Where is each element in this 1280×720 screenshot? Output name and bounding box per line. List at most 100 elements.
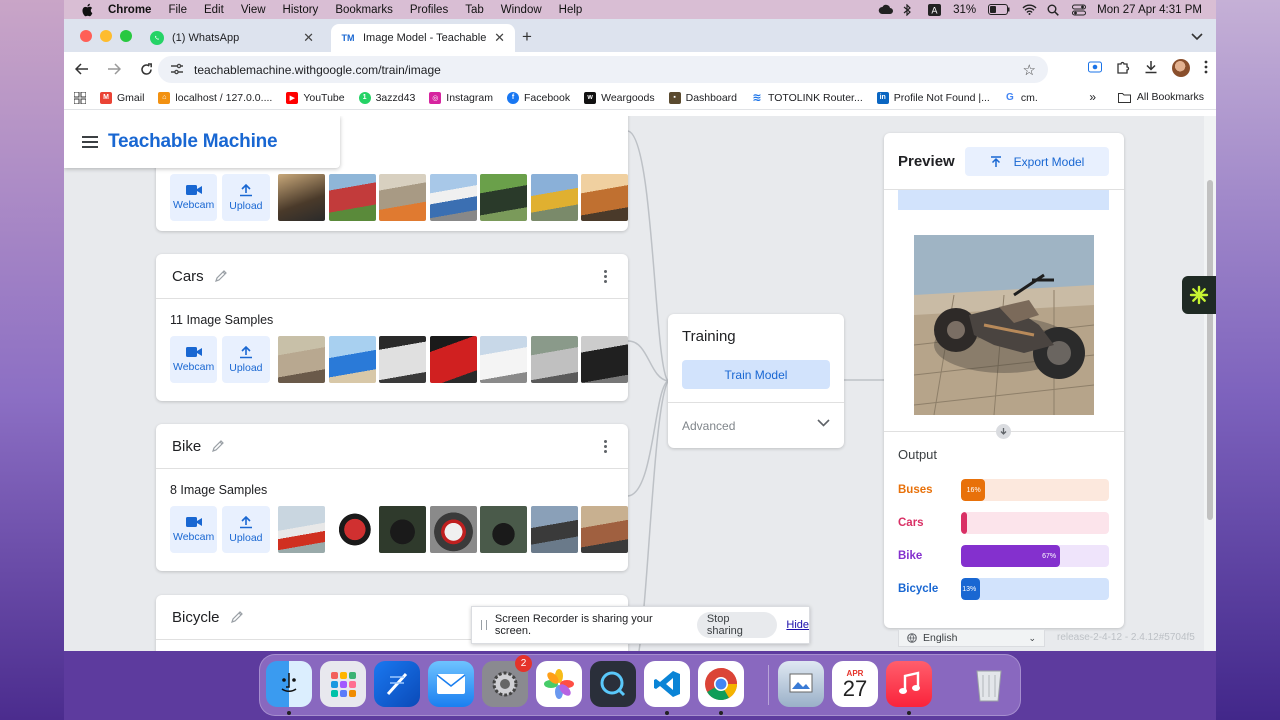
bookmark-cm[interactable]: Gcm. bbox=[1004, 92, 1038, 104]
minimize-window-button[interactable] bbox=[100, 30, 112, 42]
vscode-icon[interactable] bbox=[644, 661, 690, 707]
sample-thumbnail[interactable] bbox=[328, 173, 376, 221]
apple-icon[interactable] bbox=[80, 3, 94, 17]
menu-tab[interactable]: Tab bbox=[465, 4, 484, 16]
tab-teachable-machine[interactable]: TM Image Model - Teachable Machine ✕ bbox=[331, 24, 515, 52]
finder-icon[interactable] bbox=[266, 661, 312, 707]
menu-clock[interactable]: Mon 27 Apr 4:31 PM bbox=[1097, 4, 1202, 16]
floating-asterisk-icon[interactable] bbox=[1182, 276, 1216, 314]
bookmark-localhost[interactable]: ⌂ localhost / 127.0.0.... bbox=[158, 91, 272, 104]
bluetooth-icon[interactable] bbox=[903, 3, 916, 17]
site-info-icon[interactable] bbox=[170, 63, 184, 77]
sample-thumbnail[interactable] bbox=[581, 506, 628, 553]
menu-view[interactable]: View bbox=[241, 4, 266, 16]
class-name[interactable]: Bicycle bbox=[172, 609, 220, 626]
forward-icon[interactable] bbox=[100, 55, 128, 83]
quicktime-icon[interactable] bbox=[590, 661, 636, 707]
back-icon[interactable] bbox=[68, 55, 96, 83]
menu-edit[interactable]: Edit bbox=[204, 4, 224, 16]
sample-thumbnail[interactable] bbox=[530, 506, 578, 553]
calendar-icon[interactable]: APR 27 bbox=[832, 661, 878, 707]
sample-thumbnail[interactable] bbox=[379, 506, 426, 553]
bookmark-weargoods[interactable]: w Weargoods bbox=[584, 91, 655, 104]
class-options-kebab-icon[interactable] bbox=[604, 270, 608, 284]
upload-button[interactable]: Upload bbox=[222, 506, 270, 553]
webcam-button[interactable]: Webcam bbox=[170, 173, 218, 221]
profile-avatar[interactable] bbox=[1172, 59, 1190, 77]
photos-icon[interactable] bbox=[536, 661, 582, 707]
cloud-icon[interactable] bbox=[878, 4, 894, 15]
chrome-icon[interactable] bbox=[698, 661, 744, 707]
new-tab-button[interactable]: + bbox=[522, 27, 532, 47]
bookmark-3azzd43[interactable]: 1 3azzd43 bbox=[358, 91, 415, 104]
menu-bookmarks[interactable]: Bookmarks bbox=[335, 4, 393, 16]
music-icon[interactable] bbox=[886, 661, 932, 707]
apps-grid-icon[interactable] bbox=[74, 91, 86, 104]
page-scrollbar[interactable] bbox=[1204, 116, 1216, 651]
sample-thumbnail[interactable] bbox=[480, 336, 527, 383]
sample-thumbnail[interactable] bbox=[328, 336, 376, 383]
sample-thumbnail[interactable] bbox=[429, 173, 477, 221]
input-source-toggle[interactable] bbox=[898, 190, 1109, 210]
menu-profiles[interactable]: Profiles bbox=[410, 4, 448, 16]
bookmark-gmail[interactable]: M Gmail bbox=[100, 91, 144, 104]
sample-thumbnail[interactable] bbox=[278, 336, 325, 383]
download-icon[interactable] bbox=[1144, 60, 1158, 77]
bookmark-totolink[interactable]: ≋ TOTOLINK Router... bbox=[751, 92, 862, 105]
train-model-button[interactable]: Train Model bbox=[682, 360, 830, 389]
keyboard-a-icon[interactable]: A bbox=[928, 4, 942, 17]
control-center-icon[interactable] bbox=[1072, 4, 1087, 16]
menu-window[interactable]: Window bbox=[501, 4, 542, 16]
trash-icon[interactable] bbox=[966, 661, 1012, 707]
launchpad-icon[interactable] bbox=[320, 661, 366, 707]
sample-thumbnail[interactable] bbox=[581, 173, 628, 221]
drag-handle-icon[interactable] bbox=[481, 620, 487, 630]
reload-icon[interactable] bbox=[132, 55, 160, 83]
more-bookmarks-chevron-icon[interactable]: » bbox=[1089, 90, 1096, 104]
wifi-status-icon[interactable] bbox=[1022, 4, 1037, 15]
sample-thumbnail[interactable] bbox=[581, 336, 628, 383]
xcode-icon[interactable] bbox=[374, 661, 420, 707]
sample-thumbnail[interactable] bbox=[530, 336, 578, 383]
bookmark-dashboard[interactable]: ▪ Dashboard bbox=[668, 91, 737, 104]
hamburger-menu-icon[interactable] bbox=[82, 136, 98, 148]
class-options-kebab-icon[interactable] bbox=[604, 440, 608, 454]
close-tab-icon[interactable]: ✕ bbox=[494, 30, 505, 46]
menu-help[interactable]: Help bbox=[559, 4, 583, 16]
class-name[interactable]: Bike bbox=[172, 438, 201, 455]
edit-pencil-icon[interactable] bbox=[230, 610, 244, 624]
sample-thumbnail[interactable] bbox=[480, 506, 527, 553]
bookmark-youtube[interactable]: ▶ YouTube bbox=[286, 91, 345, 104]
mail-icon[interactable] bbox=[428, 661, 474, 707]
sample-thumbnail[interactable] bbox=[278, 173, 325, 221]
sample-thumbnail[interactable] bbox=[328, 506, 376, 553]
webcam-button[interactable]: Webcam bbox=[170, 506, 218, 553]
language-select[interactable]: English ⌄ bbox=[898, 629, 1045, 647]
menu-app-name[interactable]: Chrome bbox=[108, 4, 151, 16]
sample-thumbnail[interactable] bbox=[379, 336, 426, 383]
brand-title[interactable]: Teachable Machine bbox=[108, 131, 278, 153]
hide-sharing-bar-link[interactable]: Hide bbox=[786, 619, 809, 631]
upload-button[interactable]: Upload bbox=[222, 173, 270, 221]
sample-thumbnail[interactable] bbox=[379, 173, 426, 221]
url-text[interactable]: teachablemachine.withgoogle.com/train/im… bbox=[194, 63, 441, 77]
bookmark-star-icon[interactable]: ☆ bbox=[1023, 61, 1036, 79]
spotlight-search-icon[interactable] bbox=[1047, 4, 1060, 16]
zoom-window-button[interactable] bbox=[120, 30, 132, 42]
edit-pencil-icon[interactable] bbox=[214, 269, 228, 283]
menu-history[interactable]: History bbox=[283, 4, 319, 16]
close-tab-icon[interactable]: ✕ bbox=[303, 30, 314, 46]
all-bookmarks-folder[interactable]: All Bookmarks bbox=[1117, 91, 1204, 103]
bookmark-instagram[interactable]: ◎ Instagram bbox=[429, 91, 493, 104]
advanced-toggle[interactable]: Advanced bbox=[668, 402, 844, 448]
battery-icon[interactable] bbox=[988, 4, 1010, 15]
address-bar[interactable]: teachablemachine.withgoogle.com/train/im… bbox=[158, 56, 1048, 83]
menu-file[interactable]: File bbox=[168, 4, 187, 16]
class-name[interactable]: Cars bbox=[172, 268, 204, 285]
sample-thumbnail[interactable] bbox=[480, 173, 527, 221]
upload-button[interactable]: Upload bbox=[222, 336, 270, 383]
sample-thumbnail[interactable] bbox=[278, 506, 325, 553]
webcam-button[interactable]: Webcam bbox=[170, 336, 218, 383]
export-model-button[interactable]: Export Model bbox=[965, 147, 1109, 176]
sample-thumbnail[interactable] bbox=[429, 336, 477, 383]
